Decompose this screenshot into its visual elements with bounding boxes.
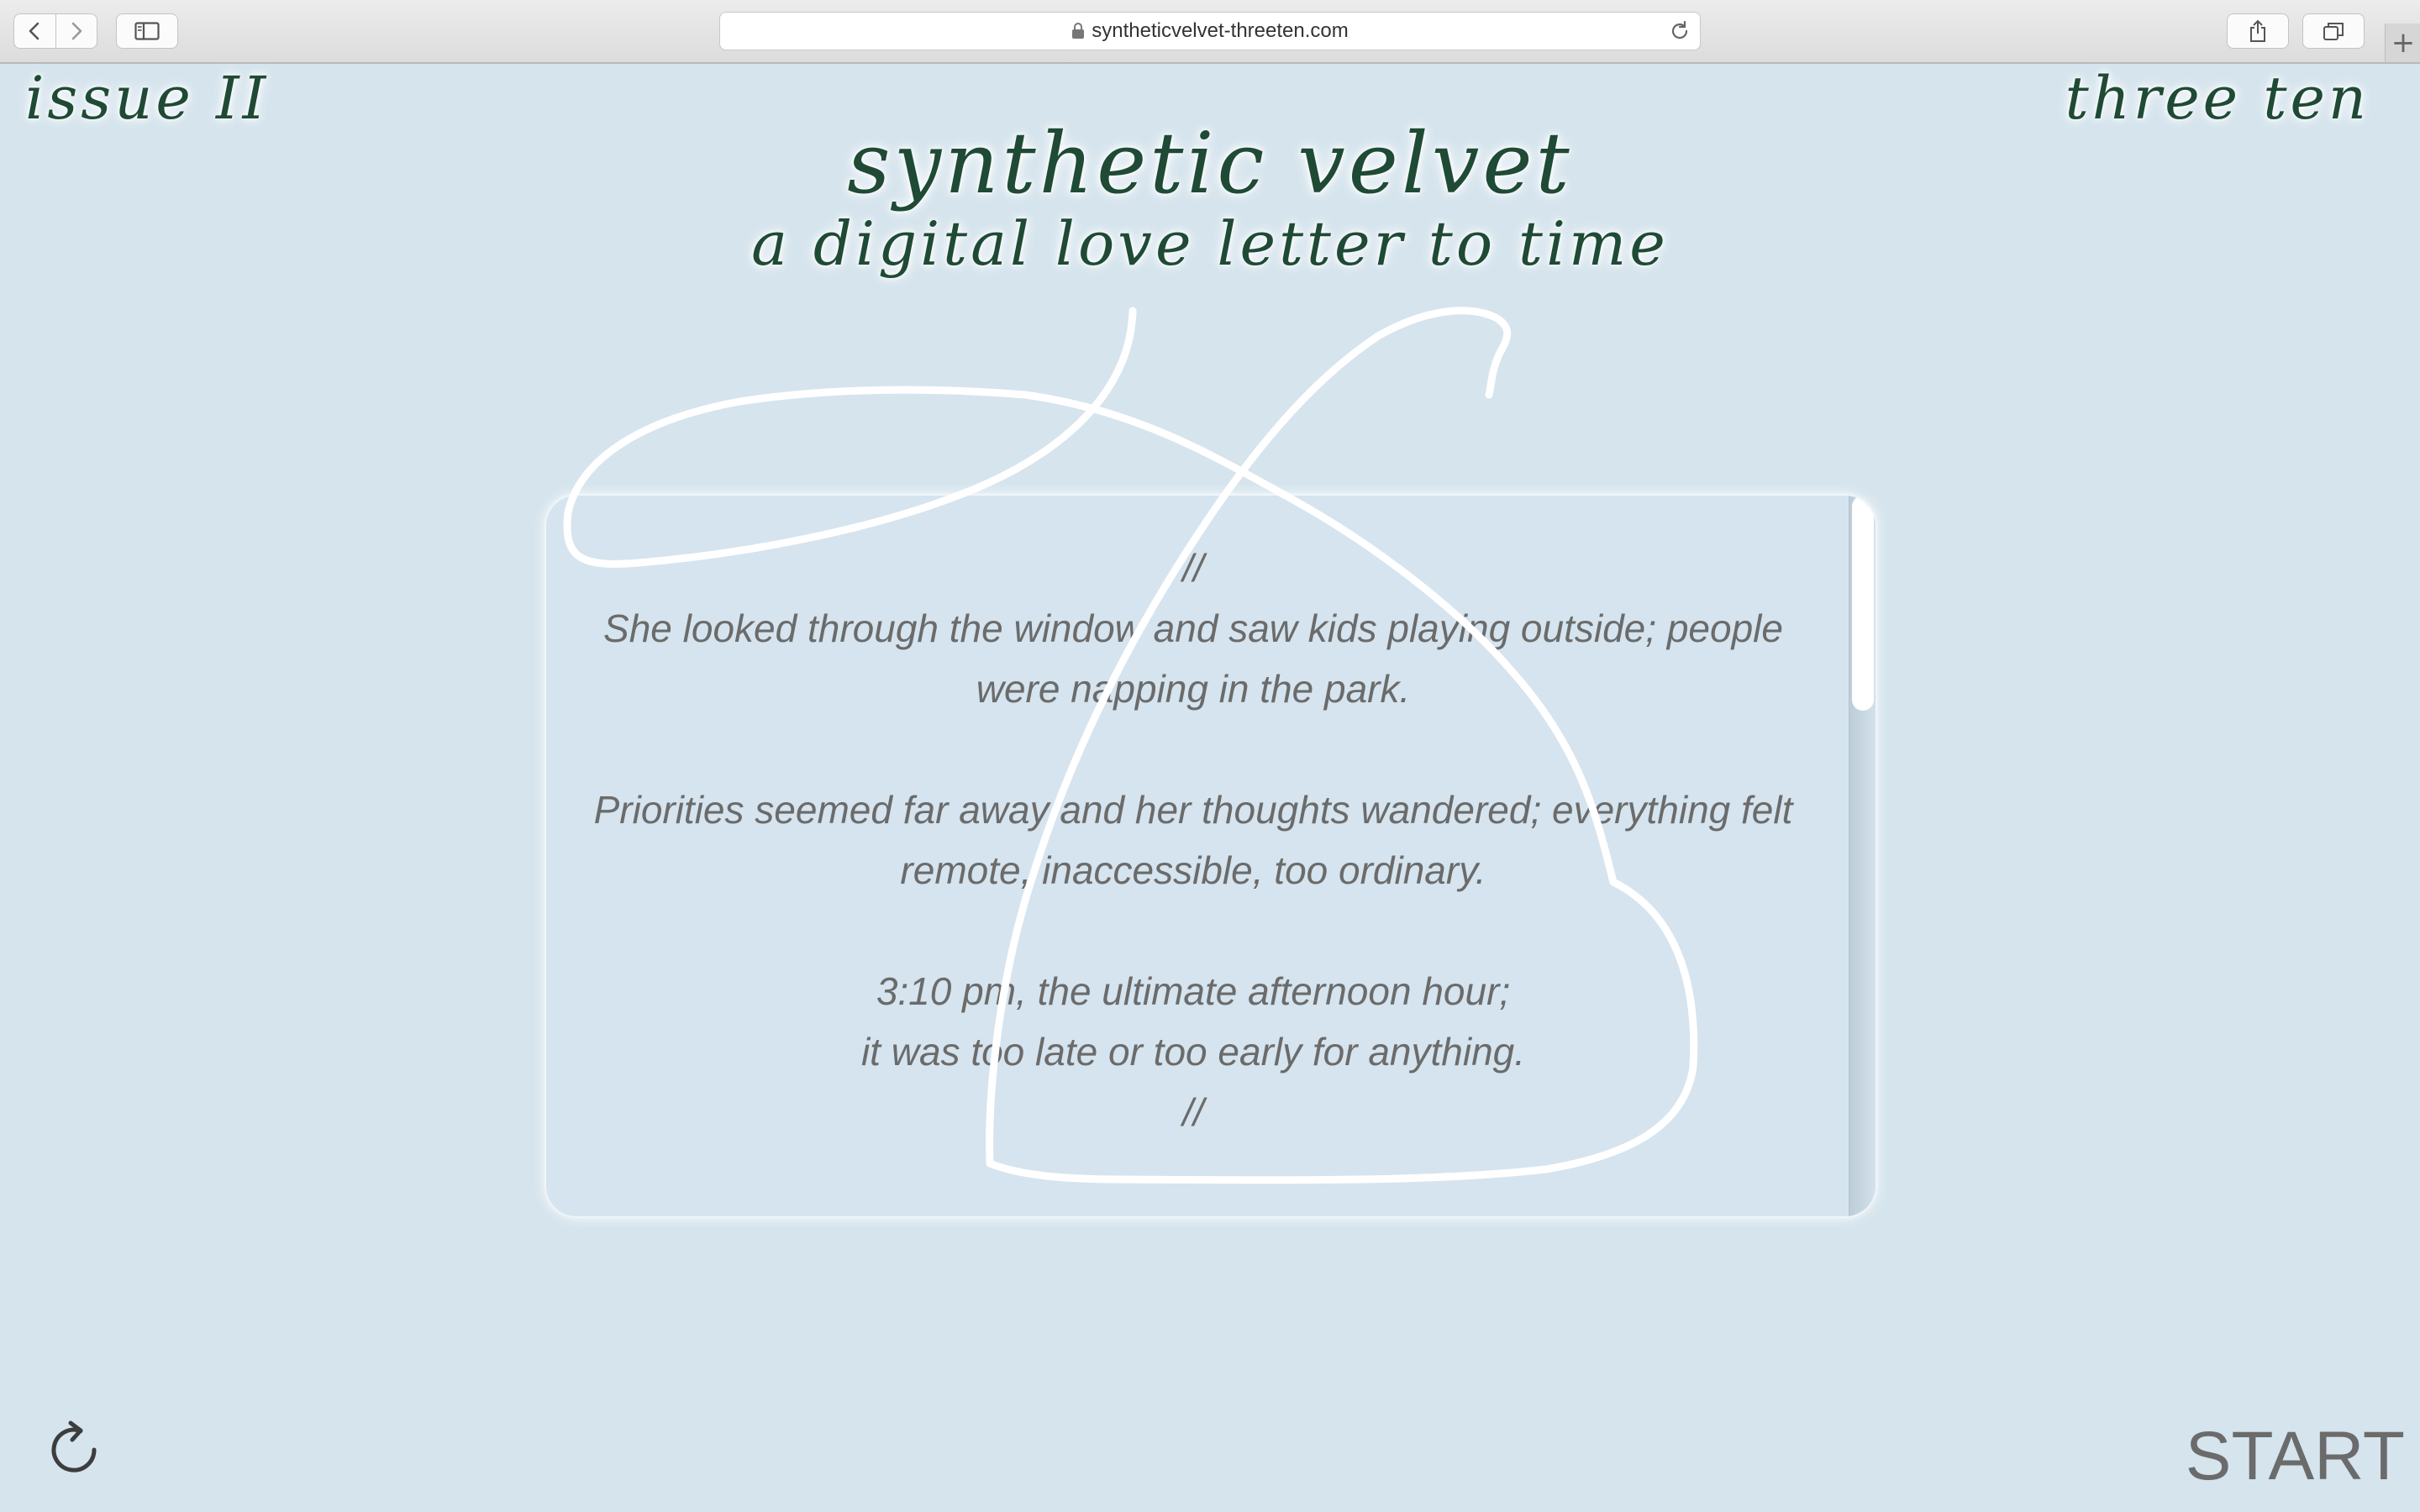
address-bar[interactable]: syntheticvelvet-threeten.com	[719, 12, 1701, 50]
story-open-mark: //	[1182, 546, 1204, 590]
tabs-icon	[2323, 23, 2344, 40]
story-scroll-box[interactable]: // She looked through the window and saw…	[546, 496, 1876, 1216]
share-icon	[2250, 19, 2265, 42]
url-text: syntheticvelvet-threeten.com	[1092, 19, 1349, 42]
tabs-overview-button[interactable]	[2302, 13, 2365, 49]
nav-button-group	[13, 13, 97, 49]
story-scrollbar[interactable]	[1849, 496, 1876, 1216]
new-tab-button[interactable]: +	[2385, 24, 2420, 62]
plus-icon: +	[2391, 26, 2416, 60]
start-button[interactable]: START	[2186, 1416, 2405, 1497]
restart-icon[interactable]	[42, 1416, 109, 1483]
story-paragraph-1: She looked through the window and saw ki…	[603, 606, 1783, 711]
story-text: // She looked through the window and saw…	[546, 538, 1840, 1142]
story-scrollbar-thumb[interactable]	[1852, 496, 1874, 711]
chevron-right-icon	[71, 22, 82, 40]
page-title: synthetic velvet	[847, 114, 1573, 213]
story-paragraph-3-line-2: it was too late or too early for anythin…	[860, 1030, 1526, 1074]
forward-button[interactable]	[55, 14, 97, 48]
browser-toolbar: syntheticvelvet-threeten.com +	[0, 0, 2420, 64]
story-paragraph-2: Priorities seemed far away and her thoug…	[593, 788, 1793, 892]
story-close-mark: //	[1182, 1090, 1204, 1134]
back-button[interactable]	[14, 14, 55, 48]
lock-icon	[1072, 23, 1085, 39]
page-subtitle: a digital love letter to time	[751, 208, 1669, 279]
share-button[interactable]	[2227, 13, 2289, 49]
reload-icon[interactable]	[1668, 19, 1691, 43]
sidebar-button[interactable]	[116, 13, 178, 49]
chevron-left-icon	[29, 22, 39, 40]
page-root: syntheticvelvet-threeten.com + issue II …	[0, 0, 2420, 1512]
story-paragraph-3-line-1: 3:10 pm, the ultimate afternoon hour;	[876, 969, 1511, 1013]
sidebar-icon	[134, 22, 160, 40]
